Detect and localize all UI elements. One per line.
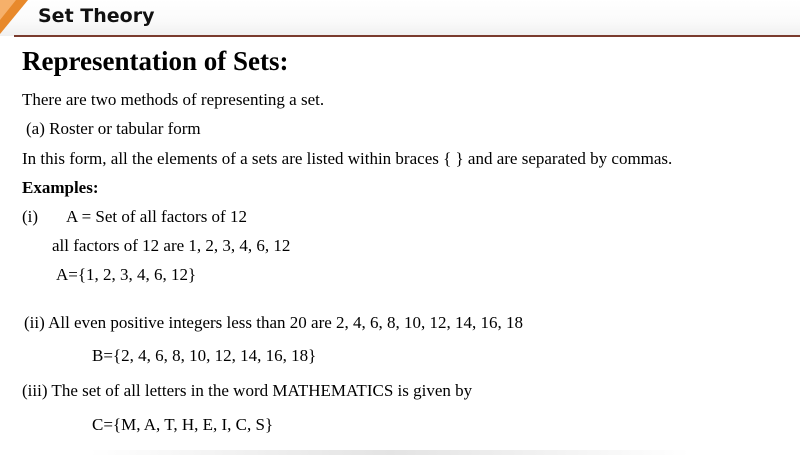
- example-2-result: B={2, 4, 6, 8, 10, 12, 14, 16, 18}: [92, 346, 317, 365]
- intro-text: There are two methods of representing a …: [22, 90, 325, 109]
- example-1-result: A={1, 2, 3, 4, 6, 12}: [56, 265, 197, 284]
- examples-label: Examples:: [22, 178, 99, 197]
- corner-accent-highlight: [0, 0, 16, 20]
- example-2-statement: (ii) All even positive integers less tha…: [24, 313, 524, 332]
- example-1-statement: A = Set of all factors of 12: [66, 207, 247, 226]
- example-3-statement: (iii) The set of all letters in the word…: [22, 381, 473, 400]
- roster-label: (a) Roster or tabular form: [26, 119, 201, 138]
- slide-title: Set Theory: [38, 5, 155, 27]
- example-1-number: (i): [22, 207, 39, 226]
- header-divider: [14, 35, 800, 37]
- example-3-result: C={M, A, T, H, E, I, C, S}: [92, 415, 274, 434]
- roster-description: In this form, all the elements of a sets…: [22, 149, 673, 168]
- slide: Set Theory Representation of Sets: There…: [0, 0, 800, 455]
- section-heading: Representation of Sets:: [22, 46, 289, 76]
- footer-shadow: [90, 450, 690, 455]
- example-1-detail: all factors of 12 are 1, 2, 3, 4, 6, 12: [52, 236, 291, 255]
